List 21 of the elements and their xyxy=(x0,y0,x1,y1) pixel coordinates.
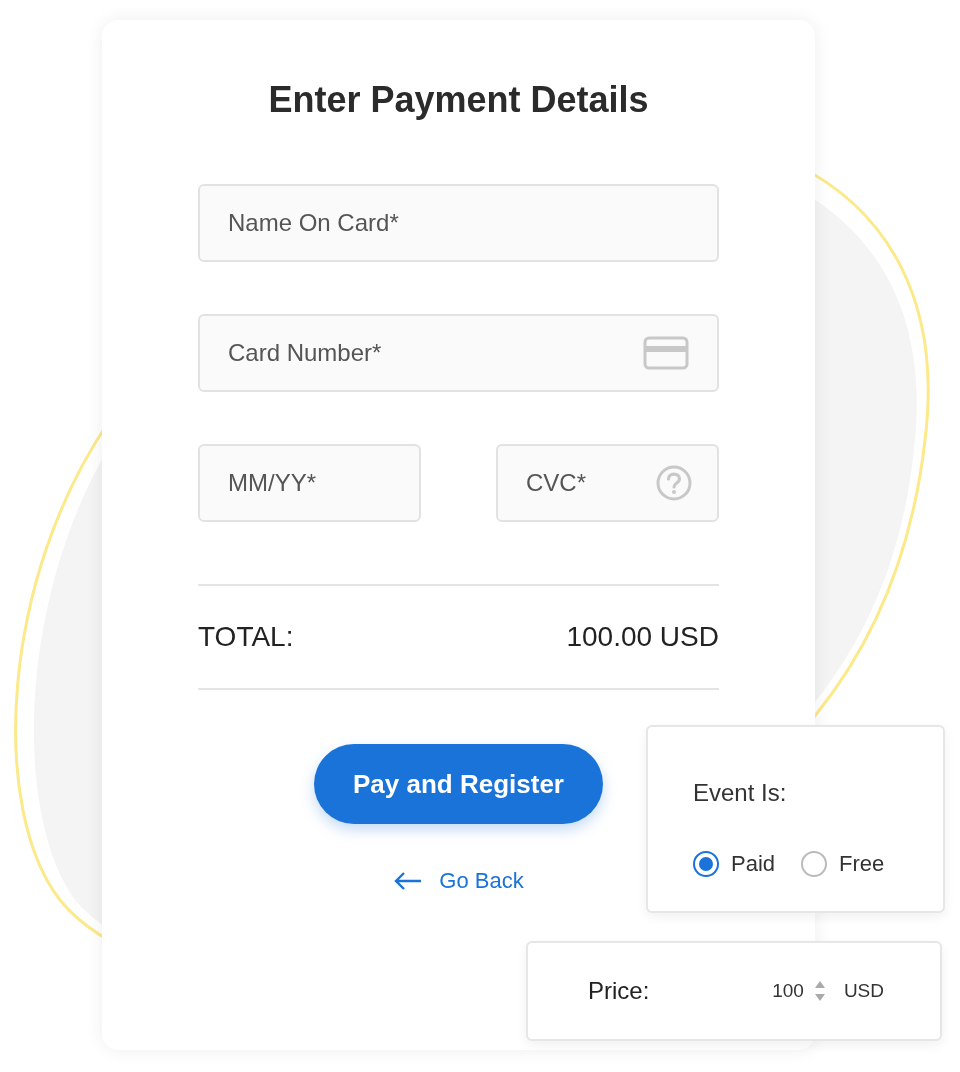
pay-register-button[interactable]: Pay and Register xyxy=(314,744,603,824)
total-amount: 100.00 USD xyxy=(566,620,719,654)
currency-label: USD xyxy=(843,978,884,1003)
go-back-link[interactable]: Go Back xyxy=(393,864,524,897)
card-number-field[interactable]: Card Number* xyxy=(198,314,719,392)
radio-button[interactable] xyxy=(693,850,719,877)
price-value: 100 xyxy=(772,978,804,1003)
radio-label[interactable]: Free xyxy=(839,847,885,880)
total-label: TOTAL: xyxy=(198,620,294,654)
event-type-label: Event Is: xyxy=(693,778,788,808)
input-field[interactable]: CVC* xyxy=(496,444,719,522)
input-field[interactable]: Name On Card* xyxy=(198,184,719,262)
form-title: Enter Payment Details xyxy=(267,78,650,122)
credit-card-icon xyxy=(643,336,689,370)
help-icon[interactable] xyxy=(655,464,693,502)
spinner-icon[interactable] xyxy=(813,980,826,1002)
back-arrow-icon xyxy=(393,870,424,891)
radio-button[interactable] xyxy=(801,850,828,877)
radio-label[interactable]: Paid xyxy=(731,847,776,880)
input-field[interactable]: MM/YY* xyxy=(198,444,421,522)
price-label: Price: xyxy=(588,976,650,1006)
